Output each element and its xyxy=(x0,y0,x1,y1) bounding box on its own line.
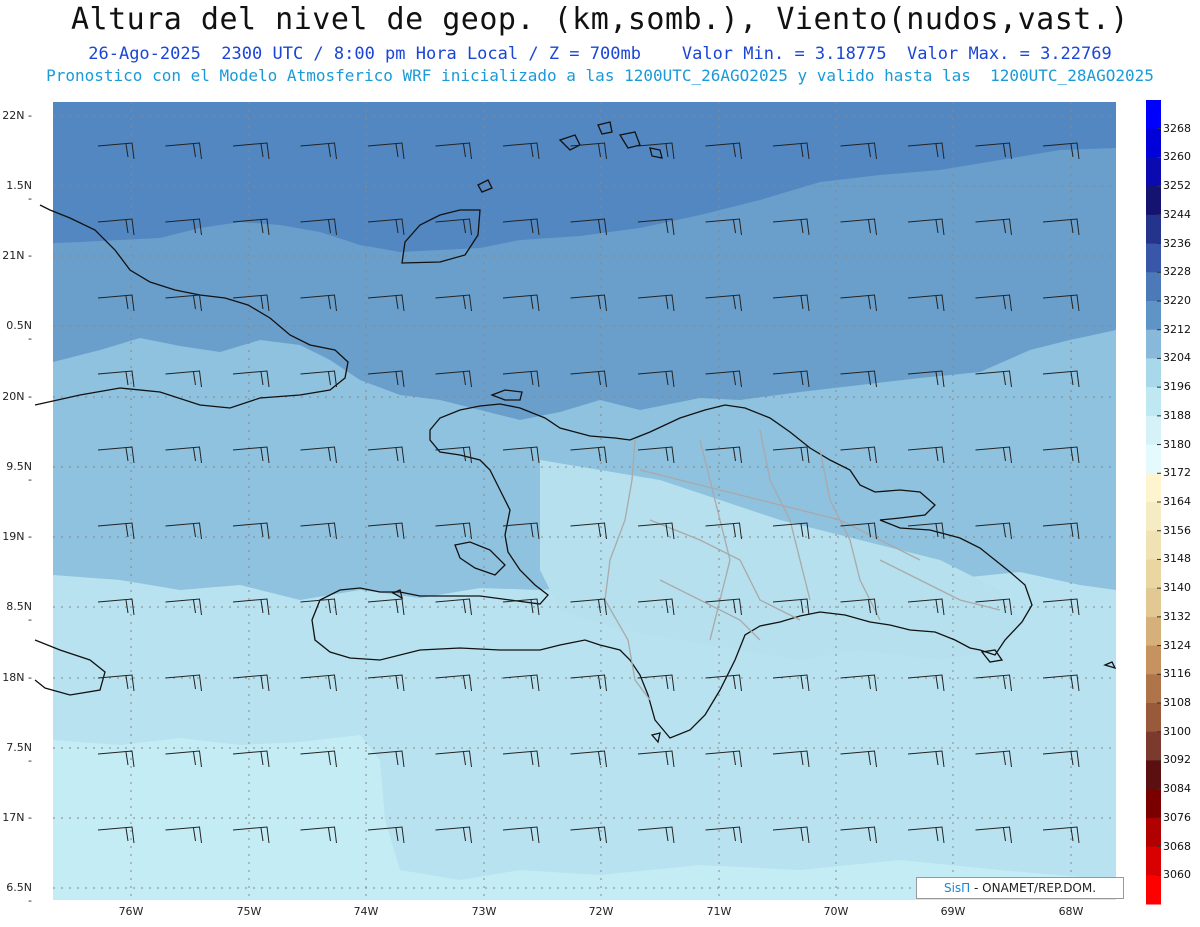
lat-label: 1.5N - xyxy=(6,179,32,205)
colorbar-label: 3188 xyxy=(1163,408,1191,422)
colorbar-swatch xyxy=(1146,846,1161,876)
lon-label: 72W xyxy=(588,905,614,918)
colorbar-label: 3092 xyxy=(1163,753,1191,767)
colorbar-label: 3196 xyxy=(1163,380,1191,394)
colorbar-label: 3076 xyxy=(1163,810,1191,824)
colorbar-label: 3252 xyxy=(1163,179,1191,193)
colorbar-label: 3212 xyxy=(1163,322,1191,336)
lat-label: 17N - xyxy=(2,811,32,824)
colorbar-label: 3108 xyxy=(1163,696,1191,709)
colorbar-label: 3060 xyxy=(1163,868,1191,882)
colorbar-swatch xyxy=(1146,817,1161,848)
lon-label: 68W xyxy=(1058,905,1084,918)
colorbar-swatch xyxy=(1146,703,1161,733)
colorbar-swatch xyxy=(1146,243,1161,273)
colorbar-swatch xyxy=(1146,559,1161,589)
colorbar-label: 3180 xyxy=(1163,437,1191,451)
colorbar-swatch xyxy=(1146,444,1161,474)
lat-label: 8.5N - xyxy=(6,600,32,626)
lat-label: 9.5N - xyxy=(6,460,32,486)
lat-label: 22N - xyxy=(2,109,32,122)
lat-label: 19N - xyxy=(2,530,32,543)
forecast-map xyxy=(34,100,1161,905)
colorbar-swatch xyxy=(1146,186,1161,216)
lon-label: 74W xyxy=(353,905,379,918)
colorbar-label: 3220 xyxy=(1163,294,1191,307)
lon-label: 75W xyxy=(236,905,262,918)
colorbar-swatch xyxy=(1146,530,1161,560)
colorbar-label: 3148 xyxy=(1163,552,1191,566)
colorbar-swatch xyxy=(1146,329,1161,359)
colorbar-swatch xyxy=(1146,415,1161,446)
lon-label: 76W xyxy=(118,905,144,918)
colorbar-label: 3204 xyxy=(1163,351,1191,365)
colorbar-label: 3228 xyxy=(1163,265,1191,279)
colorbar-swatch xyxy=(1146,760,1161,790)
credit-box: SisΠ - ONAMET/REP.DOM. xyxy=(916,877,1124,899)
colorbar-swatch xyxy=(1146,674,1161,704)
credit-brand: SisΠ xyxy=(943,881,971,895)
colorbar-swatch xyxy=(1146,875,1161,905)
colorbar xyxy=(1146,100,1161,905)
colorbar-label: 3084 xyxy=(1163,782,1191,796)
colorbar-swatch xyxy=(1146,473,1161,503)
colorbar-swatch xyxy=(1146,358,1161,388)
colorbar-label: 3100 xyxy=(1163,724,1191,738)
colorbar-label: 3116 xyxy=(1163,667,1191,681)
colorbar-swatch xyxy=(1146,100,1161,130)
lat-label: 7.5N - xyxy=(6,741,32,767)
colorbar-label: 3156 xyxy=(1163,523,1191,537)
colorbar-swatch xyxy=(1146,301,1161,331)
colorbar-swatch xyxy=(1146,789,1161,819)
colorbar-label: 3260 xyxy=(1163,150,1191,164)
lat-label: 6.5N - xyxy=(6,881,32,907)
colorbar-label: 3140 xyxy=(1163,581,1191,595)
geopotential-shading xyxy=(53,102,1116,900)
colorbar-label: 3268 xyxy=(1163,121,1191,135)
lon-label: 71W xyxy=(706,905,732,918)
colorbar-swatch xyxy=(1146,502,1161,532)
lat-label: 21N - xyxy=(2,249,32,262)
colorbar-swatch xyxy=(1146,214,1161,245)
colorbar-label: 3236 xyxy=(1163,236,1191,250)
lon-label: 69W xyxy=(940,905,966,918)
lat-label: 20N - xyxy=(2,390,32,403)
lon-label: 73W xyxy=(471,905,497,918)
colorbar-label: 3124 xyxy=(1163,638,1191,652)
lon-label: 70W xyxy=(823,905,849,918)
colorbar-label: 3172 xyxy=(1163,466,1191,480)
colorbar-swatch xyxy=(1146,616,1161,647)
colorbar-label: 3068 xyxy=(1163,839,1191,853)
lat-label: 0.5N - xyxy=(6,319,32,345)
colorbar-label: 3244 xyxy=(1163,207,1191,221)
colorbar-swatch xyxy=(1146,387,1161,417)
colorbar-label: 3132 xyxy=(1163,609,1191,623)
colorbar-swatch xyxy=(1146,128,1161,158)
colorbar-swatch xyxy=(1146,731,1161,761)
credit-text: - ONAMET/REP.DOM. xyxy=(970,881,1097,895)
colorbar-label: 3164 xyxy=(1163,495,1191,508)
colorbar-swatch xyxy=(1146,588,1161,618)
colorbar-swatch xyxy=(1146,272,1161,302)
lat-label: 18N - xyxy=(2,671,32,684)
colorbar-swatch xyxy=(1146,645,1161,675)
colorbar-swatch xyxy=(1146,157,1161,187)
